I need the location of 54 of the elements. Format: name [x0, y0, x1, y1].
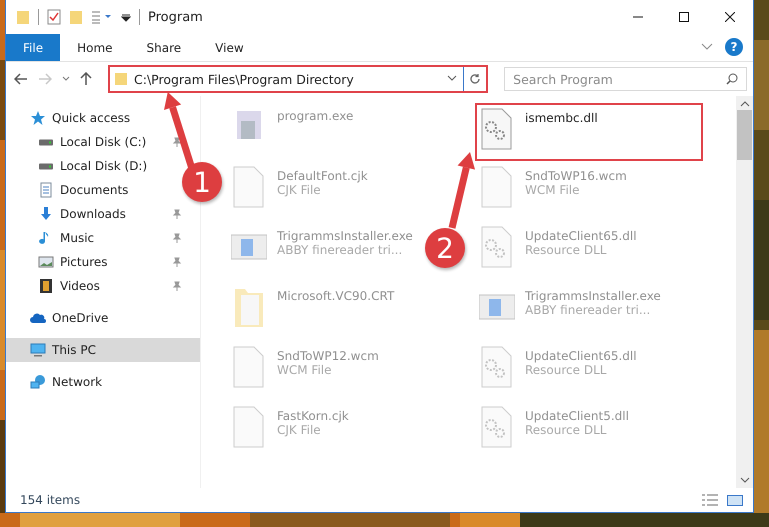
expand-ribbon-icon[interactable] — [701, 43, 713, 51]
sidebar-item[interactable]: Downloads — [6, 202, 186, 226]
scroll-down-icon[interactable] — [740, 476, 750, 484]
document-icon — [38, 182, 54, 198]
film-icon — [38, 278, 54, 294]
sidebar-item[interactable]: OneDrive — [6, 306, 186, 330]
scroll-thumb[interactable] — [737, 110, 752, 160]
close-icon — [725, 12, 735, 22]
monitor-icon — [30, 342, 46, 358]
picture-icon — [38, 254, 54, 270]
sidebar-item[interactable]: Quick access — [6, 106, 186, 130]
pin-icon — [172, 257, 182, 267]
dropdown-icon[interactable] — [447, 75, 458, 83]
view-menu-icon[interactable] — [91, 9, 113, 25]
caret-icon — [62, 76, 70, 82]
sidebar-item[interactable]: Music — [6, 226, 186, 250]
back-arrow-icon — [14, 73, 28, 85]
ribbon-tab[interactable]: Share — [130, 34, 198, 61]
back-button[interactable] — [12, 71, 30, 87]
pin-icon — [172, 281, 182, 291]
star-icon — [30, 110, 46, 126]
help-button[interactable]: ? — [725, 38, 743, 56]
sidebar-item[interactable]: Local Disk (C:) — [6, 130, 186, 154]
properties-icon[interactable] — [47, 9, 61, 25]
window-title: Program — [148, 10, 203, 24]
pin-icon — [172, 233, 182, 243]
up-arrow-icon — [80, 72, 92, 86]
search-field[interactable]: Search Program — [504, 67, 747, 91]
sidebar-item[interactable]: Network — [6, 370, 186, 394]
sidebar-item[interactable]: Pictures — [6, 250, 186, 274]
maximize-icon — [679, 12, 689, 22]
pin-icon — [172, 137, 182, 147]
sidebar-item[interactable]: Videos — [6, 274, 186, 298]
item-count: 154 items — [20, 493, 80, 507]
scroll-up-icon[interactable] — [740, 100, 750, 108]
refresh-icon — [469, 73, 482, 85]
drive-icon — [38, 138, 54, 146]
forward-arrow-icon — [38, 73, 52, 85]
download-icon — [38, 206, 54, 222]
up-button[interactable] — [78, 70, 94, 88]
sidebar-item[interactable]: This PC — [6, 338, 200, 362]
drive-icon — [38, 162, 54, 170]
ribbon-tab[interactable]: View — [198, 34, 261, 61]
ribbon-tab[interactable]: Home — [60, 34, 130, 61]
network-icon — [30, 374, 46, 390]
pin-icon — [172, 209, 182, 219]
folder-icon — [114, 72, 128, 86]
address-field[interactable]: C:\Program Files\Program Directory — [110, 67, 464, 91]
details-view-icon[interactable] — [701, 493, 719, 507]
caret-icon[interactable] — [121, 12, 131, 22]
file-item[interactable]: ismembc.dll — [475, 103, 703, 161]
file-menu-button[interactable]: File — [6, 34, 60, 61]
search-icon — [726, 73, 738, 85]
large-icons-view-icon[interactable] — [727, 493, 743, 507]
